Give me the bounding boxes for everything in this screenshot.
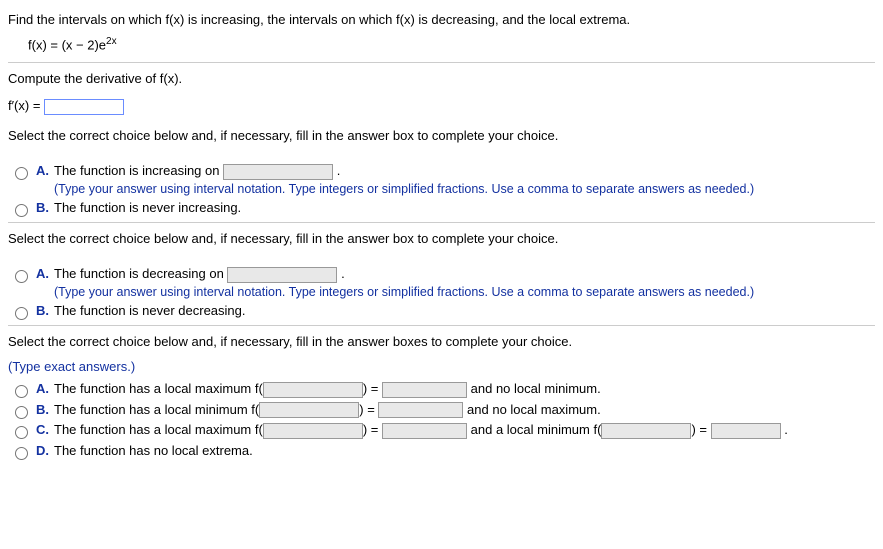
extrema-a-mid: and no local minimum.	[471, 381, 601, 396]
eq-sign: =	[367, 402, 378, 417]
extrema-b-pre: The function has a local minimum f	[54, 402, 255, 417]
option-marker: B.	[36, 303, 54, 318]
paren-close: )	[359, 402, 363, 417]
extrema-d-text: The function has no local extrema.	[54, 443, 253, 458]
extrema-a-x-input[interactable]	[263, 382, 363, 398]
extrema-radio-a[interactable]	[15, 385, 28, 398]
increasing-radio-b[interactable]	[15, 204, 28, 217]
paren-close: )	[363, 422, 367, 437]
extrema-c-max-y-input[interactable]	[382, 423, 467, 439]
increasing-b-text: The function is never increasing.	[54, 200, 241, 215]
eq-sign: =	[371, 381, 382, 396]
decreasing-radio-a[interactable]	[15, 270, 28, 283]
extrema-option-a[interactable]: A. The function has a local maximum f() …	[10, 381, 875, 398]
eq-sign: =	[699, 422, 710, 437]
increasing-a-text: The function is increasing on	[54, 163, 223, 178]
option-marker: B.	[36, 402, 54, 417]
formula-exponent: 2x	[106, 36, 117, 47]
decreasing-hint: (Type your answer using interval notatio…	[54, 285, 875, 299]
extrema-option-d[interactable]: D. The function has no local extrema.	[10, 443, 875, 459]
option-marker: B.	[36, 200, 54, 215]
select-prompt-decreasing: Select the correct choice below and, if …	[8, 229, 875, 249]
extrema-c-mid: and a local minimum f	[471, 422, 597, 437]
select-prompt-increasing: Select the correct choice below and, if …	[8, 126, 875, 146]
fprime-input[interactable]	[44, 99, 124, 115]
decreasing-radio-b[interactable]	[15, 307, 28, 320]
extrema-a-y-input[interactable]	[382, 382, 467, 398]
increasing-hint: (Type your answer using interval notatio…	[54, 182, 875, 196]
extrema-b-mid: and no local maximum.	[467, 402, 601, 417]
extrema-c-min-x-input[interactable]	[601, 423, 691, 439]
increasing-radio-a[interactable]	[15, 167, 28, 180]
extrema-c-min-y-input[interactable]	[711, 423, 781, 439]
extrema-a-pre: The function has a local maximum f	[54, 381, 258, 396]
increasing-option-a[interactable]: A. The function is increasing on . (Type…	[10, 163, 875, 196]
fprime-label: f′(x) =	[8, 98, 40, 113]
extrema-b-y-input[interactable]	[378, 402, 463, 418]
paren-close: )	[363, 381, 367, 396]
compute-derivative-prompt: Compute the derivative of f(x).	[8, 69, 875, 89]
exact-answers-hint: (Type exact answers.)	[8, 357, 875, 377]
decreasing-b-text: The function is never decreasing.	[54, 303, 246, 318]
option-marker: A.	[36, 163, 54, 178]
extrema-option-b[interactable]: B. The function has a local minimum f() …	[10, 402, 875, 419]
option-marker: C.	[36, 422, 54, 437]
select-prompt-extrema: Select the correct choice below and, if …	[8, 332, 875, 352]
decreasing-option-a[interactable]: A. The function is decreasing on . (Type…	[10, 266, 875, 299]
extrema-radio-c[interactable]	[15, 426, 28, 439]
increasing-interval-input[interactable]	[223, 164, 333, 180]
extrema-c-pre: The function has a local maximum f	[54, 422, 258, 437]
decreasing-a-text: The function is decreasing on	[54, 266, 227, 281]
extrema-option-c[interactable]: C. The function has a local maximum f() …	[10, 422, 875, 439]
option-marker: A.	[36, 266, 54, 281]
extrema-radio-b[interactable]	[15, 406, 28, 419]
decreasing-interval-input[interactable]	[227, 267, 337, 283]
option-marker: A.	[36, 381, 54, 396]
function-formula: f(x) = (x − 2)e2x	[28, 36, 875, 52]
increasing-option-b[interactable]: B. The function is never increasing.	[10, 200, 875, 216]
decreasing-option-b[interactable]: B. The function is never decreasing.	[10, 303, 875, 319]
paren-close: )	[691, 422, 695, 437]
period: .	[784, 422, 788, 437]
period: .	[337, 163, 341, 178]
formula-body: f(x) = (x − 2)e	[28, 37, 106, 52]
extrema-b-x-input[interactable]	[259, 402, 359, 418]
option-marker: D.	[36, 443, 54, 458]
extrema-radio-d[interactable]	[15, 447, 28, 460]
eq-sign: =	[371, 422, 382, 437]
period: .	[341, 266, 345, 281]
question-prompt: Find the intervals on which f(x) is incr…	[8, 10, 875, 30]
extrema-c-max-x-input[interactable]	[263, 423, 363, 439]
